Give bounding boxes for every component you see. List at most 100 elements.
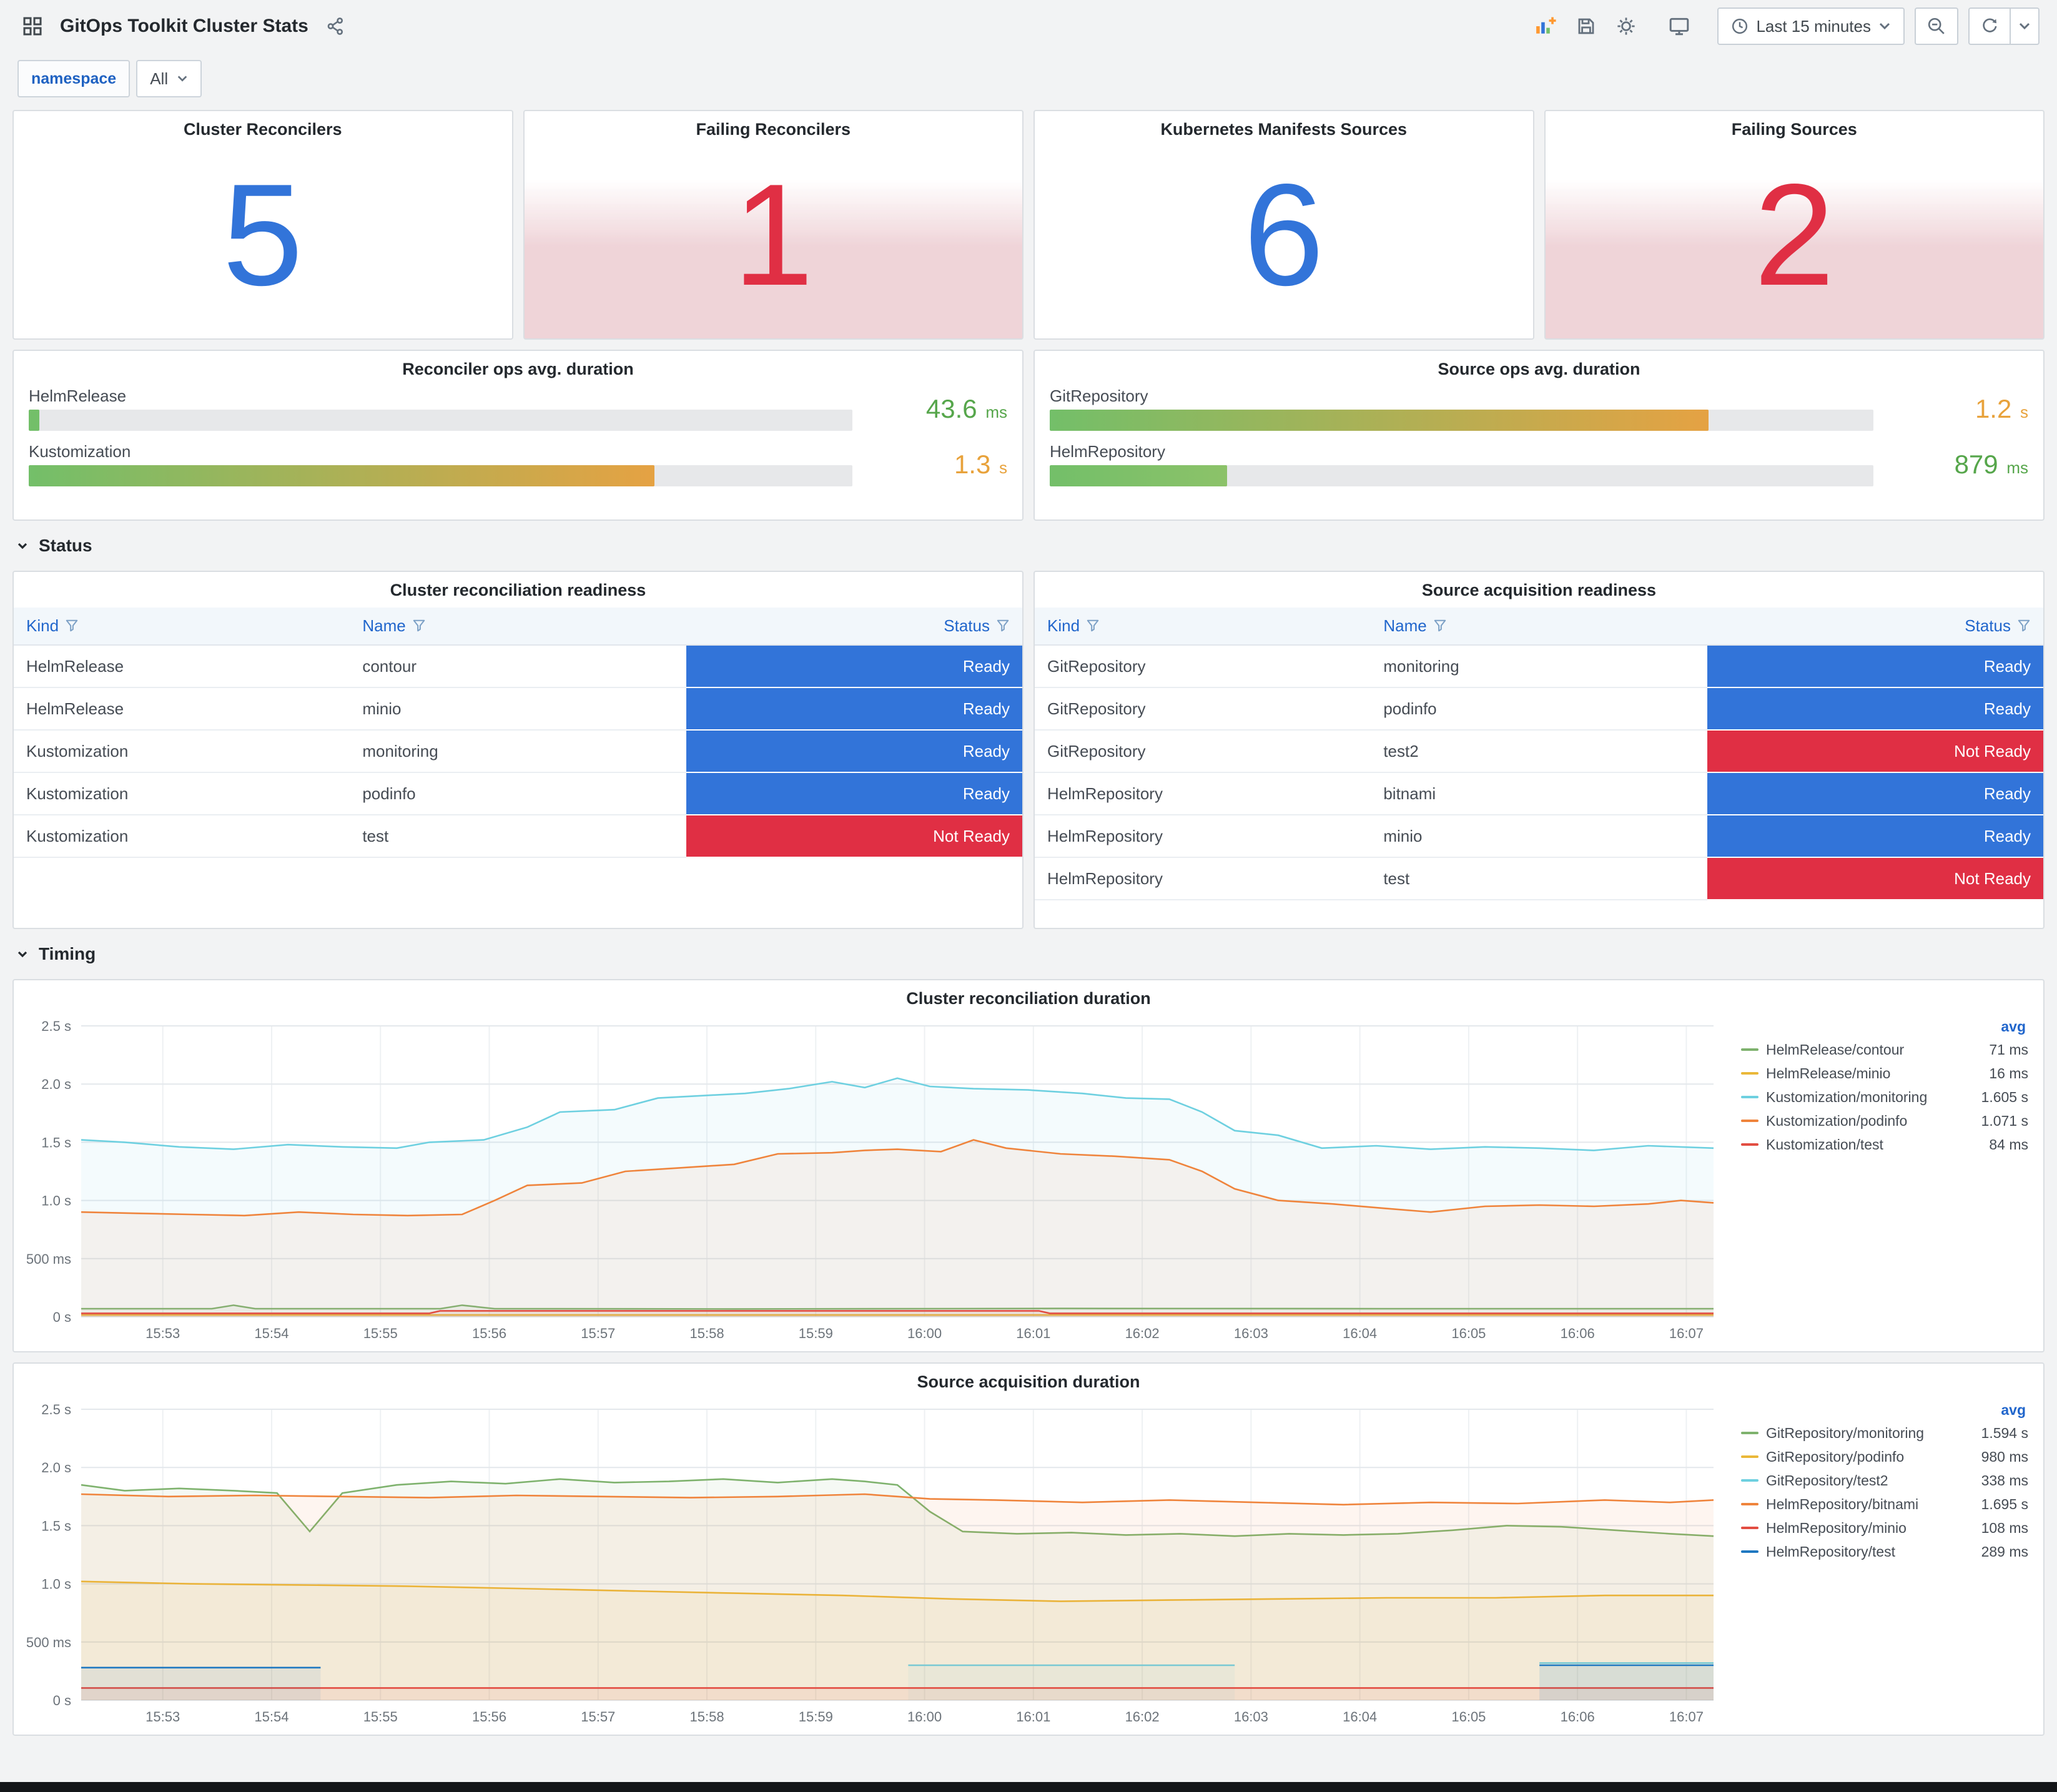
filter-icon[interactable] [65, 619, 79, 633]
svg-text:15:55: 15:55 [363, 1326, 398, 1341]
stat-panel-failing-sources: Failing Sources 2 [1544, 110, 2045, 340]
readiness-table: Kind Name Status GitRepository monitoring Re… [1035, 608, 2043, 900]
panel-title[interactable]: Source acquisition duration [14, 1364, 2043, 1397]
svg-text:2.0 s: 2.0 s [41, 1076, 71, 1092]
legend-item[interactable]: Kustomization/test 84 ms [1741, 1133, 2028, 1156]
variable-label: namespace [17, 60, 131, 97]
legend-series-name: HelmRelease/minio [1766, 1065, 1891, 1081]
panel-cluster-reconciliation-readiness: Cluster reconciliation readiness Kind Nam… [12, 571, 1024, 929]
svg-text:15:54: 15:54 [254, 1326, 289, 1341]
svg-text:2.5 s: 2.5 s [41, 1402, 71, 1417]
svg-text:16:06: 16:06 [1561, 1326, 1595, 1341]
zoom-out-button[interactable] [1915, 7, 1958, 45]
legend-series-avg: 16 ms [1989, 1065, 2028, 1081]
time-series-plot[interactable]: 15:53 15:54 15:55 15:56 15:57 15:58 15:59 16:00… [16, 1397, 1724, 1727]
gauge-value: 1.2 s [1975, 393, 2028, 423]
column-header-status[interactable]: Status [1707, 608, 2043, 646]
add-panel-button[interactable] [1530, 11, 1561, 42]
panel-cluster-reconciliation-duration: Cluster reconciliation duration 15:53 15:… [12, 979, 2045, 1352]
legend-item[interactable]: GitRepository/podinfo 980 ms [1741, 1445, 2028, 1469]
svg-text:16:02: 16:02 [1125, 1709, 1160, 1725]
stat-panel-kubernetes-manifests-sources: Kubernetes Manifests Sources 6 [1033, 110, 1534, 340]
legend-item[interactable]: HelmRelease/minio 16 ms [1741, 1061, 2028, 1085]
panel-title[interactable]: Source ops avg. duration [1035, 351, 2043, 384]
chart-legend: avg GitRepository/monitoring 1.594 s GitRe… [1724, 1397, 2036, 1727]
refresh-button[interactable] [1968, 7, 2011, 45]
legend-series-avg: 1.071 s [1981, 1112, 2028, 1129]
dashboard-settings-button[interactable] [1611, 11, 1641, 41]
panel-title[interactable]: Cluster reconciliation readiness [14, 572, 1022, 605]
bar-gauge-row-helmrepository: HelmRepository 879 ms [1050, 442, 2028, 486]
column-header-kind[interactable]: Kind [14, 608, 350, 646]
panel-title[interactable]: Reconciler ops avg. duration [14, 351, 1022, 384]
filter-icon[interactable] [996, 619, 1010, 633]
filter-icon[interactable] [1433, 619, 1447, 633]
panel-title[interactable]: Failing Sources [1546, 111, 2044, 144]
table-cell: GitRepository [1035, 687, 1371, 731]
row-toggle-timing[interactable]: Timing [12, 939, 2045, 969]
legend-item[interactable]: Kustomization/monitoring 1.605 s [1741, 1085, 2028, 1109]
dashboard-header: GitOps Toolkit Cluster Stats Last 15 min… [0, 0, 2057, 52]
table-cell: Kustomization [14, 815, 350, 858]
namespace-variable-select[interactable]: All [136, 60, 202, 97]
refresh-interval-dropdown[interactable] [2011, 7, 2040, 45]
time-range-picker[interactable]: Last 15 minutes [1717, 7, 1905, 45]
panel-title[interactable]: Source acquisition readiness [1035, 572, 2043, 605]
column-header-name[interactable]: Name [350, 608, 686, 646]
legend-item[interactable]: HelmRepository/test 289 ms [1741, 1540, 2028, 1563]
legend-series-avg: 289 ms [1981, 1543, 2028, 1560]
table-cell: bitnami [1371, 772, 1707, 815]
column-header-name[interactable]: Name [1371, 608, 1707, 646]
legend-item[interactable]: HelmRepository/bitnami 1.695 s [1741, 1492, 2028, 1516]
status-cell: Ready [1707, 645, 2043, 688]
gauge-bar [1050, 410, 1709, 431]
table-cell: test2 [1371, 730, 1707, 773]
table-cell: test [1371, 857, 1707, 900]
chevron-down-icon [177, 76, 187, 82]
legend-series-color [1741, 1120, 1759, 1122]
readiness-table: Kind Name Status HelmRelease contour Ready He… [14, 608, 1022, 858]
panel-title[interactable]: Cluster reconciliation duration [14, 980, 2043, 1013]
row-toggle-status[interactable]: Status [12, 531, 2045, 561]
save-dashboard-button[interactable] [1571, 11, 1601, 41]
refresh-button-group [1968, 7, 2040, 45]
filter-icon[interactable] [412, 619, 426, 633]
legend-item[interactable]: GitRepository/test2 338 ms [1741, 1469, 2028, 1492]
legend-series-avg: 71 ms [1989, 1041, 2028, 1058]
legend-item[interactable]: HelmRepository/minio 108 ms [1741, 1516, 2028, 1540]
panel-title[interactable]: Failing Reconcilers [525, 111, 1023, 144]
gauge-label: Kustomization [29, 442, 131, 461]
legend-item[interactable]: Kustomization/podinfo 1.071 s [1741, 1109, 2028, 1133]
table-row: HelmRepository minio Ready [1035, 815, 2043, 858]
column-header-kind[interactable]: Kind [1035, 608, 1371, 646]
svg-text:16:01: 16:01 [1016, 1326, 1050, 1341]
chevron-down-icon [1879, 22, 1890, 30]
filter-icon[interactable] [2017, 619, 2031, 633]
legend-item[interactable]: GitRepository/monitoring 1.594 s [1741, 1421, 2028, 1445]
legend-avg-header[interactable]: avg [2001, 1402, 2026, 1418]
legend-series-avg: 338 ms [1981, 1472, 2028, 1489]
legend-series-name: GitRepository/monitoring [1766, 1424, 1925, 1441]
cycle-view-mode-button[interactable] [1664, 11, 1695, 42]
column-header-status[interactable]: Status [686, 608, 1022, 646]
svg-text:15:59: 15:59 [799, 1709, 833, 1725]
svg-text:500 ms: 500 ms [26, 1635, 71, 1650]
panel-title[interactable]: Kubernetes Manifests Sources [1035, 111, 1533, 144]
gauge-label: HelmRelease [29, 386, 127, 405]
table-cell: HelmRelease [14, 645, 350, 688]
share-dashboard-button[interactable] [321, 12, 350, 41]
gauge-value: 1.3 s [954, 449, 1007, 479]
legend-avg-header[interactable]: avg [2001, 1018, 2026, 1035]
panel-source-acquisition-readiness: Source acquisition readiness Kind Name Sta… [1033, 571, 2045, 929]
panel-title[interactable]: Cluster Reconcilers [14, 111, 512, 144]
svg-text:16:05: 16:05 [1451, 1709, 1486, 1725]
filter-icon[interactable] [1086, 619, 1100, 633]
svg-text:2.5 s: 2.5 s [41, 1018, 71, 1034]
legend-item[interactable]: HelmRelease/contour 71 ms [1741, 1038, 2028, 1061]
legend-series-avg: 108 ms [1981, 1519, 2028, 1536]
legend-series-color [1741, 1096, 1759, 1098]
svg-text:15:56: 15:56 [472, 1326, 506, 1341]
dashboards-grid-icon[interactable] [17, 11, 47, 41]
svg-text:1.0 s: 1.0 s [41, 1577, 71, 1592]
time-series-plot[interactable]: 15:53 15:54 15:55 15:56 15:57 15:58 15:59 16:00… [16, 1013, 1724, 1344]
